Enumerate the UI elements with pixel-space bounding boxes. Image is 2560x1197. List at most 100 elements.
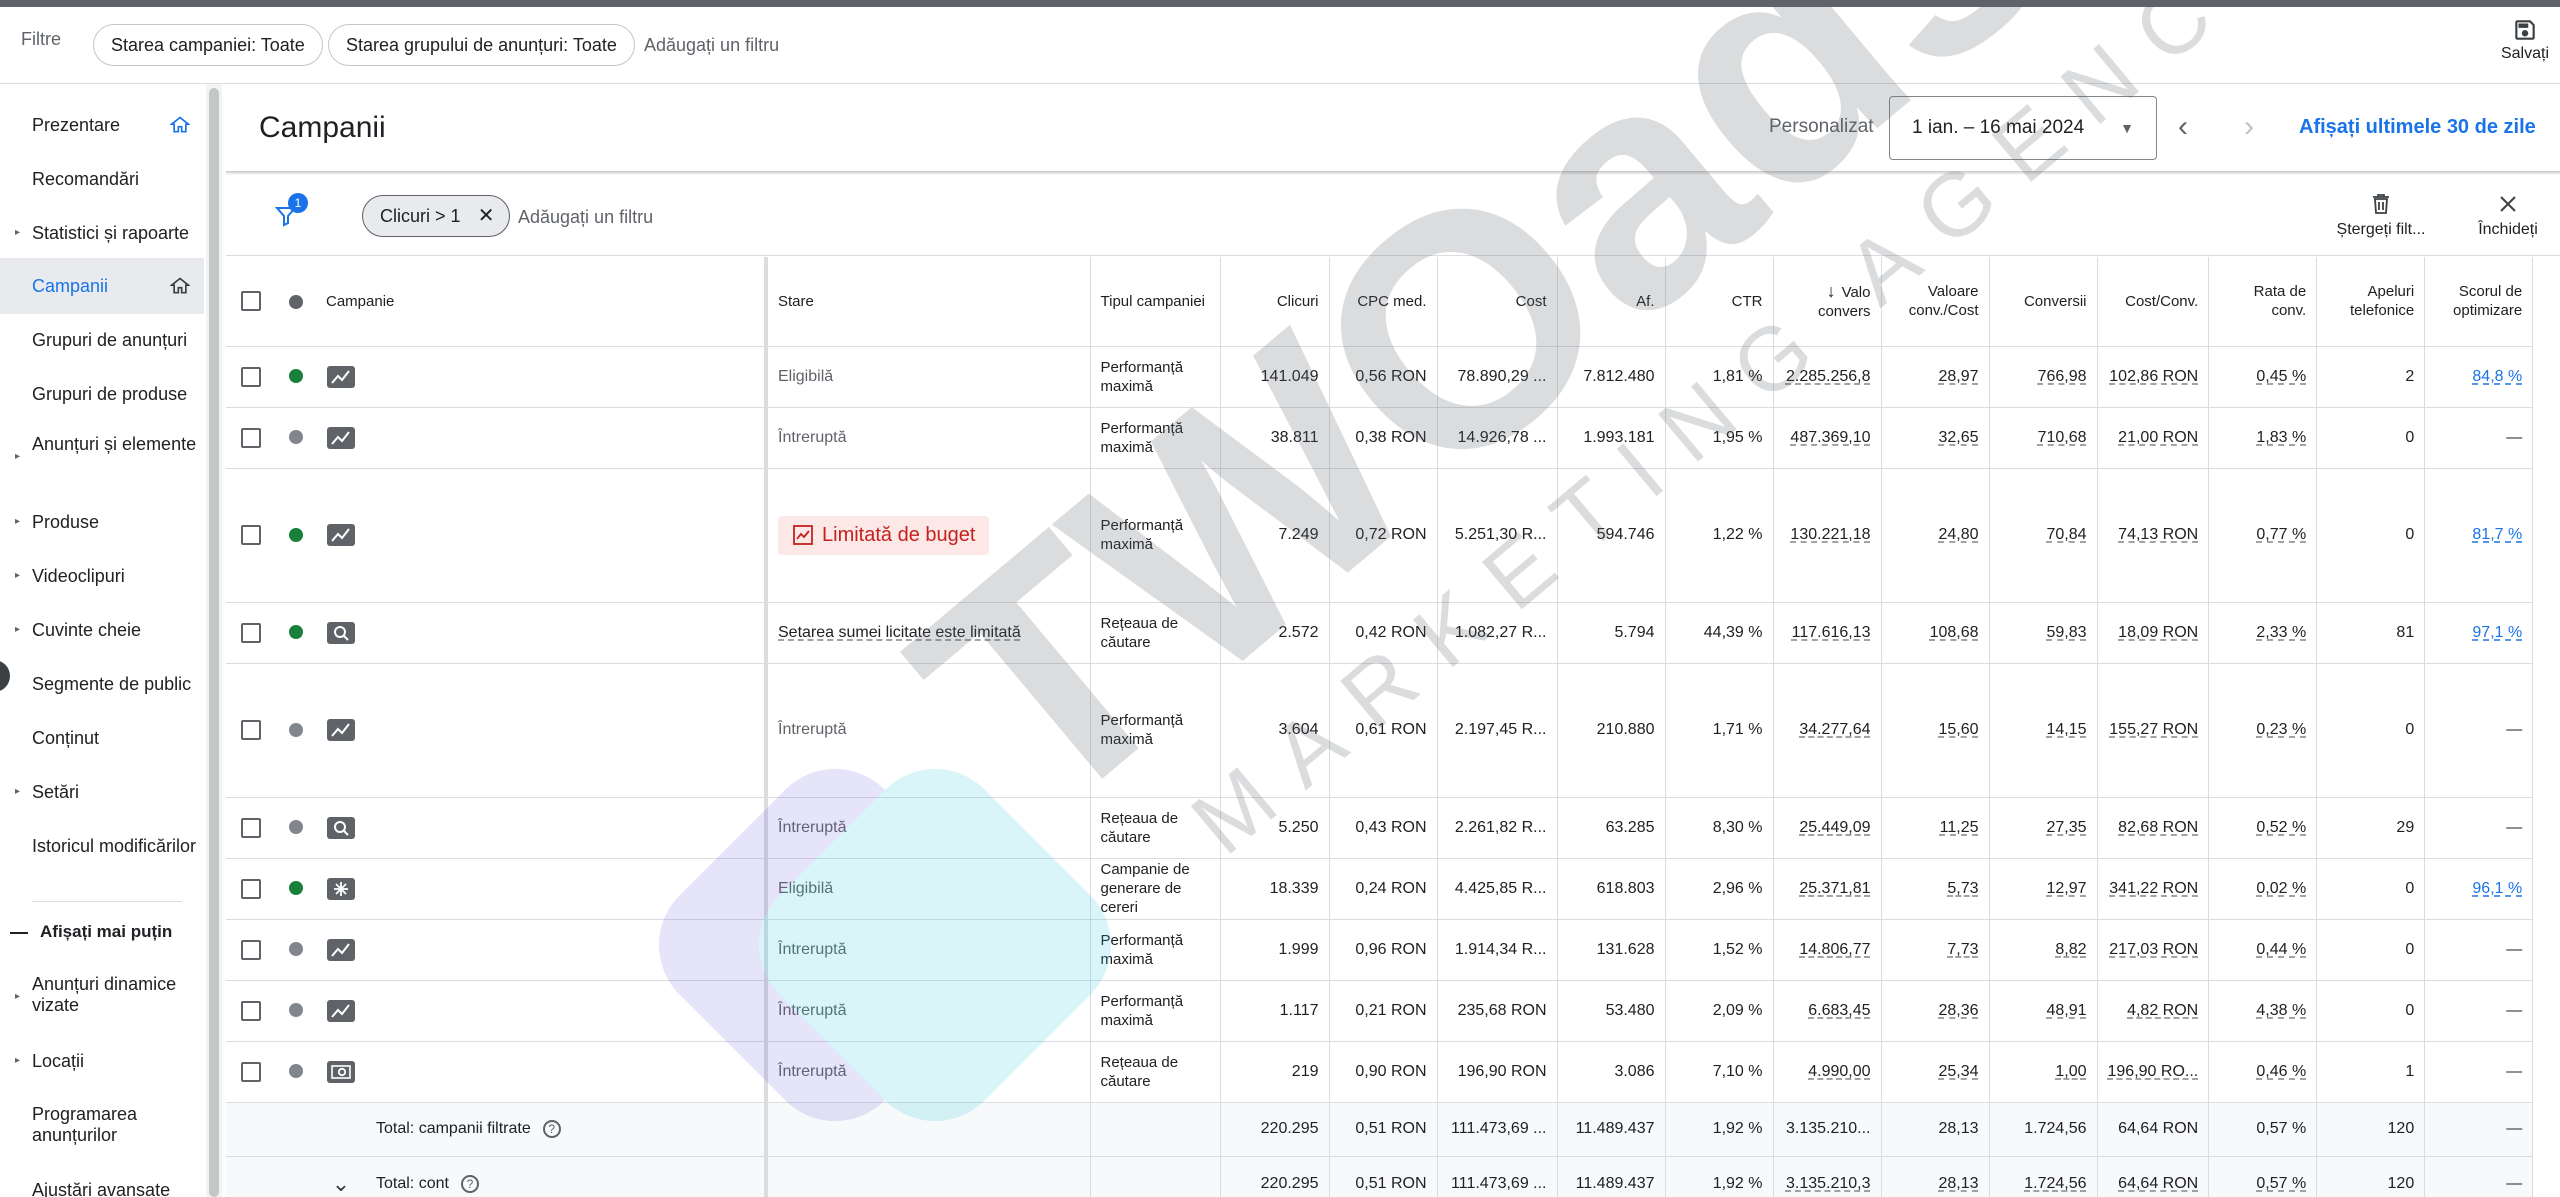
date-range-picker[interactable]: 1 ian. – 16 mai 2024 ▼: [1889, 96, 2157, 160]
optimization-score-value[interactable]: 84,8 %: [2472, 368, 2522, 385]
conv-value-value[interactable]: 130.221,18: [1790, 526, 1870, 543]
sidebar-item-change-history[interactable]: Istoricul modificărilor: [0, 836, 204, 882]
campaign-name-cell[interactable]: [366, 919, 768, 981]
row-checkbox-cell[interactable]: [226, 858, 276, 920]
conv-value-cost-value[interactable]: 32,65: [1938, 429, 1978, 446]
conv-value-value[interactable]: 25.371,81: [1799, 880, 1870, 897]
campaign-name-cell[interactable]: [366, 1041, 768, 1103]
conv-value-value[interactable]: 487.369,10: [1790, 429, 1870, 446]
row-checkbox[interactable]: [241, 525, 261, 545]
cost-per-conv-value[interactable]: 4,82 RON: [2127, 1002, 2198, 1019]
campaign-name-cell[interactable]: [366, 602, 768, 664]
column-header-cost[interactable]: Cost: [1437, 257, 1558, 347]
sidebar-item-campaigns[interactable]: Campanii: [0, 258, 204, 314]
conv-value-value[interactable]: 117.616,13: [1792, 624, 1871, 641]
row-checkbox[interactable]: [241, 939, 261, 960]
table-row[interactable]: Limitată de buget Performanță maximă 7.249…: [226, 468, 2534, 603]
next-period-chevron-icon[interactable]: ›: [2244, 110, 2254, 144]
sidebar-item-overview[interactable]: Prezentare: [0, 104, 204, 146]
column-header-clicks[interactable]: Clicuri: [1220, 257, 1330, 347]
row-checkbox-cell[interactable]: [226, 468, 276, 603]
sidebar-item-ad-groups[interactable]: Grupuri de anunțuri: [0, 319, 204, 361]
cost-per-conv-value[interactable]: 217,03 RON: [2109, 941, 2198, 958]
column-header-campaign-type[interactable]: Tipul campaniei: [1090, 257, 1221, 347]
help-icon[interactable]: ?: [542, 1119, 561, 1138]
conversions-value[interactable]: 14,15: [2046, 721, 2086, 738]
remove-filter-close-icon[interactable]: ✕: [478, 196, 495, 236]
table-row[interactable]: Întreruptă Performanță maximă 38.811 0,38 R…: [226, 407, 2534, 469]
row-checkbox[interactable]: [241, 720, 261, 740]
cost-per-conv-value[interactable]: 341,22 RON: [2109, 880, 2198, 897]
cost-per-conv-value[interactable]: 102,86 RON: [2109, 368, 2198, 385]
campaign-name-cell[interactable]: [366, 663, 768, 798]
close-filters-button[interactable]: Închideți: [2468, 191, 2548, 239]
optimization-score-value[interactable]: 96,1 %: [2472, 880, 2522, 897]
clear-filters-button[interactable]: Ștergeți filt...: [2326, 191, 2436, 239]
cost-per-conv-value[interactable]: 155,27 RON: [2109, 721, 2198, 738]
conversions-value[interactable]: 27,35: [2046, 819, 2086, 836]
table-row[interactable]: Setarea sumei licitate este limitată Rețe…: [226, 602, 2534, 664]
conv-value-value[interactable]: 4.990,00: [1808, 1063, 1870, 1080]
conv-value-cost-value[interactable]: 5,73: [1947, 880, 1978, 897]
row-checkbox-cell[interactable]: [226, 346, 276, 408]
row-checkbox-cell[interactable]: [226, 919, 276, 981]
column-header-conv-value[interactable]: ↓ Valo convers: [1773, 257, 1882, 347]
conv-rate-value[interactable]: 0,44 %: [2256, 941, 2306, 958]
table-row[interactable]: Eligibilă Campanie de generare de cereri 1…: [226, 858, 2534, 920]
table-row[interactable]: Întreruptă Rețeaua de căutare 5.250 0,43 RO…: [226, 797, 2534, 859]
row-checkbox-cell[interactable]: [226, 797, 276, 859]
conv-value-cost-value[interactable]: 15,60: [1938, 721, 1978, 738]
campaign-name-cell[interactable]: [366, 797, 768, 859]
conv-rate-value[interactable]: 0,46 %: [2256, 1063, 2306, 1080]
sidebar-scrollbar[interactable]: [206, 84, 222, 1197]
sidebar-item-dynamic-ad-targets[interactable]: ▸ Anunțuri dinamice vizate: [0, 974, 204, 1020]
column-header-campaign[interactable]: Campanie: [316, 257, 768, 347]
conv-rate-value[interactable]: 0,45 %: [2256, 368, 2306, 385]
row-checkbox-cell[interactable]: [226, 407, 276, 469]
row-checkbox-cell[interactable]: [226, 663, 276, 798]
campaign-name-cell[interactable]: [366, 346, 768, 408]
column-header-conversions[interactable]: Conversii: [1989, 257, 2098, 347]
conv-value-cost-value[interactable]: 25,34: [1938, 1063, 1978, 1080]
conv-value-value[interactable]: 25.449,09: [1799, 819, 1870, 836]
campaign-name-cell[interactable]: [366, 468, 768, 603]
column-header-avg-cpc[interactable]: CPC med.: [1329, 257, 1438, 347]
row-checkbox[interactable]: [241, 366, 261, 387]
row-checkbox-cell[interactable]: [226, 980, 276, 1042]
table-row[interactable]: Întreruptă Performanță maximă 3.604 0,61 RO…: [226, 663, 2534, 798]
conv-rate-value[interactable]: 0,02 %: [2256, 880, 2306, 897]
sidebar-item-audiences[interactable]: Segmente de public: [0, 663, 204, 705]
budget-limited-badge[interactable]: Limitată de buget: [778, 515, 990, 555]
conv-value-cost-value[interactable]: 11,25: [1940, 819, 1979, 836]
conversions-value[interactable]: 1,00: [2055, 1063, 2086, 1080]
row-checkbox[interactable]: [241, 817, 261, 838]
table-row[interactable]: Eligibilă Performanță maximă 141.049 0,56 R…: [226, 346, 2534, 408]
adgroup-status-filter-chip[interactable]: Starea grupului de anunțuri: Toate: [328, 24, 635, 66]
conversions-value[interactable]: 710,68: [2038, 429, 2087, 446]
scrollbar-thumb[interactable]: [209, 88, 219, 1197]
row-checkbox[interactable]: [241, 622, 261, 643]
table-row[interactable]: Întreruptă Rețeaua de căutare 219 0,90 RON 1…: [226, 1041, 2534, 1103]
row-checkbox-cell[interactable]: [226, 602, 276, 664]
cost-per-conv-value[interactable]: 196,90 RO...: [2108, 1063, 2199, 1080]
totals-expand-cell[interactable]: ⌄: [316, 1156, 366, 1197]
conversions-value[interactable]: 12,97: [2046, 880, 2086, 897]
conv-rate-value[interactable]: 4,38 %: [2256, 1002, 2306, 1019]
column-header-conv-value-cost[interactable]: Valoare conv./Cost: [1881, 257, 1990, 347]
conv-value-cost-value[interactable]: 24,80: [1938, 526, 1978, 543]
last-30-days-link[interactable]: Afișați ultimele 30 de zile: [2299, 116, 2536, 139]
save-button[interactable]: Salvați: [2490, 17, 2560, 63]
sidebar-item-advanced-adjustments[interactable]: Ajustări avansate: [0, 1180, 204, 1197]
optimization-score-value[interactable]: 81,7 %: [2472, 526, 2522, 543]
conv-value-cost-value[interactable]: 28,97: [1938, 368, 1978, 385]
clicks-filter-chip[interactable]: Clicuri > 1 ✕: [362, 195, 510, 237]
conversions-value[interactable]: 70,84: [2046, 526, 2086, 543]
sidebar-item-videos[interactable]: ▸ Videoclipuri: [0, 555, 204, 597]
row-checkbox[interactable]: [241, 427, 261, 448]
chevron-down-icon[interactable]: ⌄: [332, 1171, 350, 1196]
row-checkbox[interactable]: [241, 1061, 261, 1082]
conv-rate-value[interactable]: 0,52 %: [2256, 819, 2306, 836]
campaign-name-cell[interactable]: [366, 407, 768, 469]
status-text[interactable]: Setarea sumei licitate este limitată: [778, 624, 1021, 641]
cost-per-conv-value[interactable]: 21,00 RON: [2118, 429, 2198, 446]
